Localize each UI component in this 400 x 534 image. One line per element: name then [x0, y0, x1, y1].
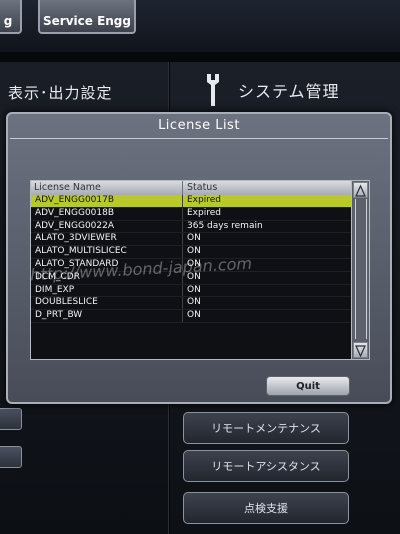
license-name-cell: ALATO_MULTISLICEC: [31, 246, 183, 258]
license-name-cell: ADV_ENGG0017B: [31, 195, 183, 207]
license-name-cell: ADV_ENGG0018B: [31, 207, 183, 220]
table-header: License Name Status: [31, 181, 351, 195]
vertical-scrollbar[interactable]: [351, 181, 369, 359]
license-list-dialog: License List License Name Status ADV_ENG…: [6, 112, 392, 404]
table-row[interactable]: ADV_ENGG0018B Expired: [31, 207, 351, 221]
table-row[interactable]: DOUBLESLICE ON: [31, 297, 351, 311]
license-name-cell: DOUBLESLICE: [31, 297, 183, 310]
license-name-cell: DIM_EXP: [31, 284, 183, 297]
left-panel-button-partial[interactable]: [0, 446, 22, 468]
table-body: ADV_ENGG0017B Expired ADV_ENGG0018B Expired…: [31, 195, 351, 323]
display-output-title: 表示･出力設定: [8, 84, 113, 102]
system-admin-title: システム管理: [238, 82, 340, 101]
license-name-cell: DCM_CDR: [31, 271, 183, 284]
license-table: License Name Status ADV_ENGG0017B Expired…: [30, 180, 370, 360]
license-status-cell: ON: [187, 246, 201, 257]
license-name-cell: ADV_ENGG0022A: [31, 220, 183, 233]
column-header-status[interactable]: Status: [183, 181, 351, 195]
left-panel-button-partial[interactable]: [0, 408, 22, 430]
table-row[interactable]: ALATO_STANDARD ON: [31, 258, 351, 272]
table-row[interactable]: ALATO_3DVIEWER ON: [31, 233, 351, 247]
table-row[interactable]: ADV_ENGG0022A 365 days remain: [31, 220, 351, 234]
license-status-cell: Expired: [187, 195, 221, 205]
table-row[interactable]: DIM_EXP ON: [31, 284, 351, 298]
license-status-cell: ON: [187, 233, 201, 244]
license-status-cell: Expired: [187, 207, 221, 218]
column-header-license-name[interactable]: License Name: [31, 181, 183, 195]
service-engg-button[interactable]: Service Engg: [38, 0, 136, 34]
arrow-up-icon: [355, 184, 366, 197]
toolbar-button-partial[interactable]: g: [0, 0, 22, 34]
license-name-cell: ALATO_3DVIEWER: [31, 233, 183, 246]
license-name-cell: D_PRT_BW: [31, 310, 183, 322]
license-name-cell: ALATO_STANDARD: [31, 258, 183, 271]
table-row[interactable]: ALATO_MULTISLICEC ON: [31, 246, 351, 259]
arrow-down-icon: [355, 345, 366, 358]
remote-maintenance-button[interactable]: リモートメンテナンス: [183, 412, 349, 444]
license-status-cell: ON: [187, 271, 201, 282]
scroll-up-button[interactable]: [353, 182, 368, 198]
license-status-cell: ON: [187, 258, 201, 269]
inspection-support-button[interactable]: 点検支援: [183, 492, 349, 524]
license-status-cell: ON: [187, 310, 201, 321]
scroll-down-button[interactable]: [353, 342, 368, 358]
quit-button[interactable]: Quit: [266, 376, 350, 396]
table-row[interactable]: ADV_ENGG0017B Expired: [31, 195, 351, 208]
dialog-title: License List: [158, 118, 240, 133]
license-status-cell: 365 days remain: [187, 220, 263, 231]
remote-assistance-button[interactable]: リモートアシスタンス: [183, 450, 349, 482]
license-status-cell: ON: [187, 297, 201, 308]
scroll-track[interactable]: [355, 199, 367, 339]
license-status-cell: ON: [187, 284, 201, 295]
table-row[interactable]: D_PRT_BW ON: [31, 310, 351, 323]
wrench-icon: [207, 74, 219, 106]
table-row[interactable]: DCM_CDR ON: [31, 271, 351, 285]
dialog-title-divider: [10, 138, 388, 139]
